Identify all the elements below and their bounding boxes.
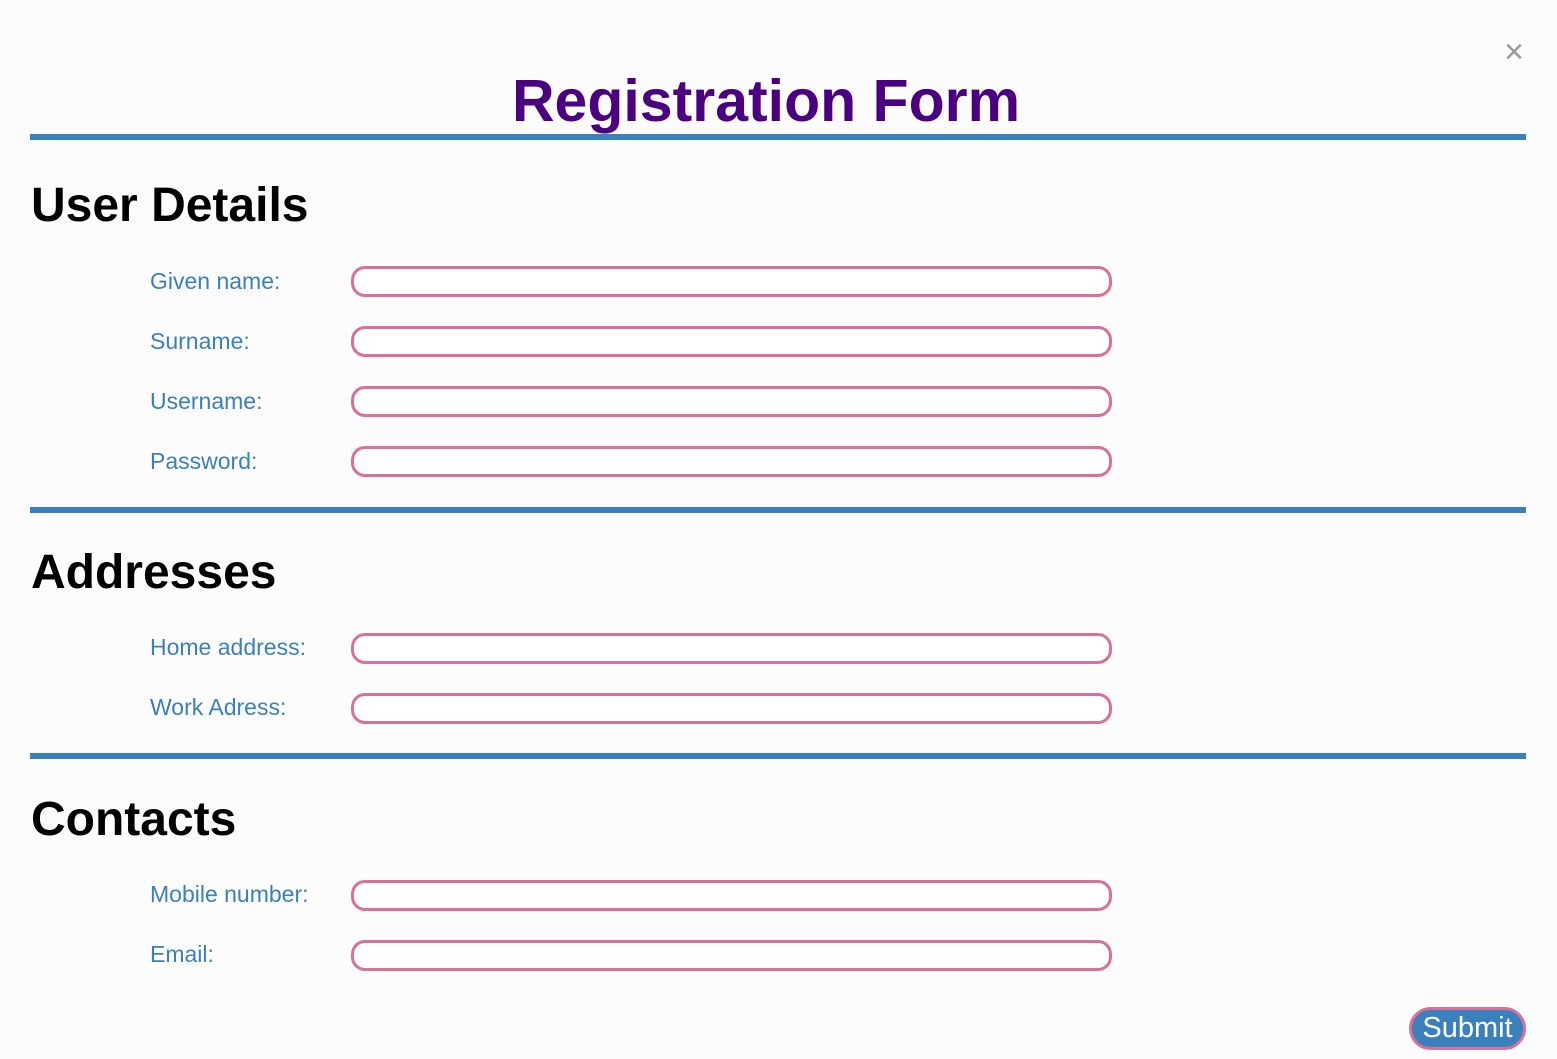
password-label: Password: bbox=[150, 448, 258, 474]
username-input[interactable] bbox=[351, 386, 1112, 417]
mobile-number-input[interactable] bbox=[351, 880, 1112, 911]
surname-input[interactable] bbox=[351, 326, 1112, 357]
section-title-user-details: User Details bbox=[31, 179, 309, 232]
surname-label: Surname: bbox=[150, 328, 250, 354]
work-address-label: Work Adress: bbox=[150, 694, 287, 720]
home-address-input[interactable] bbox=[351, 633, 1112, 664]
password-input[interactable] bbox=[351, 446, 1112, 477]
username-label: Username: bbox=[150, 388, 263, 414]
section-divider bbox=[30, 507, 1526, 513]
section-title-addresses: Addresses bbox=[31, 546, 277, 599]
section-title-contacts: Contacts bbox=[31, 793, 237, 846]
email-label: Email: bbox=[150, 941, 214, 967]
home-address-label: Home address: bbox=[150, 634, 306, 660]
close-icon[interactable]: × bbox=[1500, 35, 1528, 69]
mobile-number-label: Mobile number: bbox=[150, 881, 309, 907]
work-address-input[interactable] bbox=[351, 693, 1112, 724]
section-divider bbox=[30, 753, 1526, 759]
submit-button[interactable]: Submit bbox=[1409, 1007, 1526, 1050]
email-input[interactable] bbox=[351, 940, 1112, 971]
title-divider bbox=[30, 134, 1526, 140]
form-title: Registration Form bbox=[511, 68, 1021, 134]
given-name-label: Given name: bbox=[150, 268, 281, 294]
given-name-input[interactable] bbox=[351, 266, 1112, 297]
